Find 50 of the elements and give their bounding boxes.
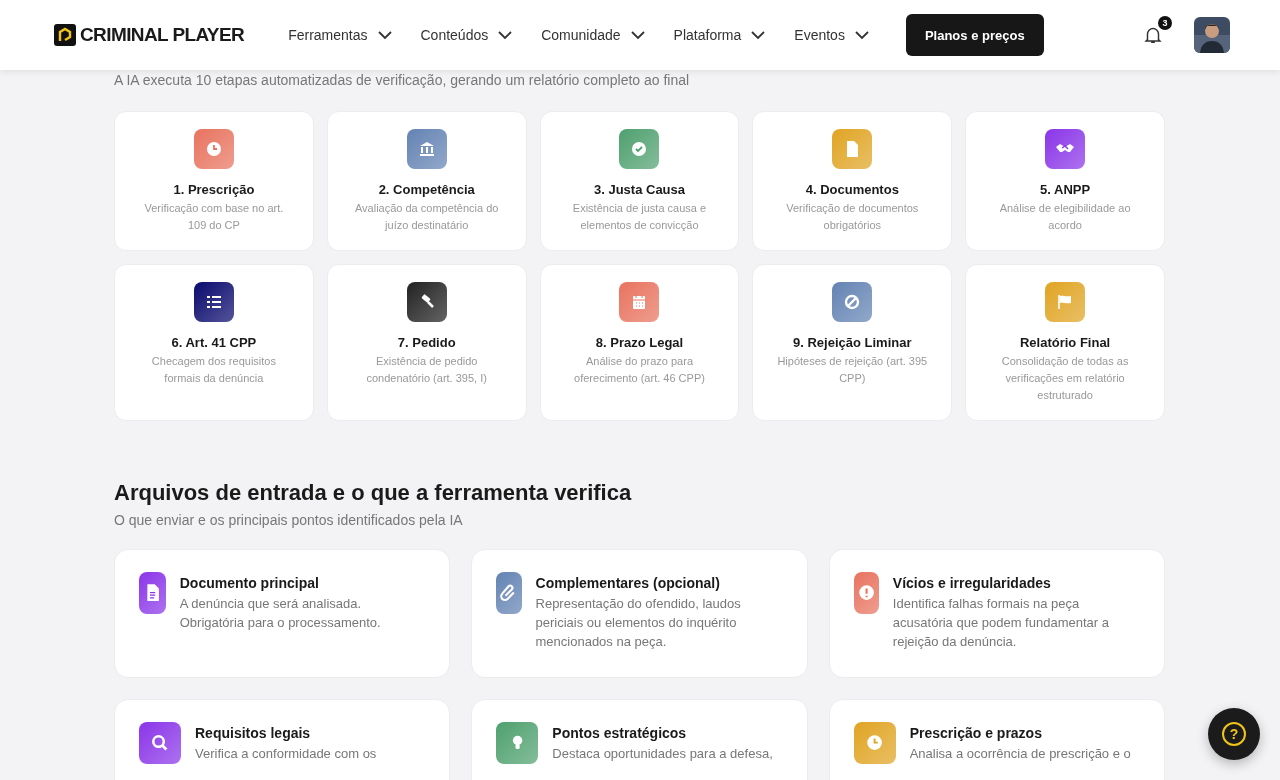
feature-title: Pontos estratégicos <box>552 725 688 741</box>
step-title: 9. Rejeição Liminar <box>793 335 912 350</box>
step-title: 7. Pedido <box>397 335 456 350</box>
nav-menu[interactable]: Plataforma <box>673 27 766 43</box>
step-title: 2. Competência <box>378 182 475 197</box>
logo-icon <box>54 24 76 46</box>
step-description: Análise de elegibilidade ao acordo <box>998 201 1132 233</box>
feature-title: Complementares (opcional) <box>535 575 721 591</box>
step-description: Existência de justa causa e elementos de convicção <box>571 201 708 233</box>
feature-title: Prescrição e prazos <box>909 725 1043 741</box>
step-description: Verificação com base no art. 109 do CP <box>143 201 285 233</box>
step-description: Análise do prazo para oferecimento (art. 46 CPP) <box>573 354 706 386</box>
logo-text[interactable]: CRIMINAL PLAYER <box>80 24 245 46</box>
step-title: 1. Prescrição <box>173 182 255 197</box>
nav-menu[interactable]: Conteúdos <box>420 27 513 43</box>
step-title: 4. Documentos <box>805 182 899 197</box>
nav-menu[interactable]: Comunidade <box>541 27 645 43</box>
step-title: 6. Art. 41 CPP <box>171 335 257 350</box>
step-description: Consolidação de todas as verificações em relatório estruturado <box>1000 354 1130 403</box>
chevron-down-icon <box>377 30 392 40</box>
section-subtitle: O que enviar e os principais pontos identificados pela IA <box>114 512 464 528</box>
nav-menu[interactable]: Ferramentas <box>288 27 392 43</box>
section-title: Arquivos de entrada e o que a ferramenta verifica <box>114 479 633 507</box>
feature-description: Representação do ofendido, laudos periciais ou elementos do inquérito mencionados na peça. <box>535 595 742 651</box>
step-title: 3. Justa Causa <box>593 182 685 197</box>
step-description: Existência de pedido condenatório (art. 395, I) <box>365 354 488 386</box>
feature-description: A denúncia que será analisada. Obrigatória para o processamento. <box>179 595 382 632</box>
chevron-down-icon <box>854 30 869 40</box>
step-title: 5. ANPP <box>1040 182 1091 197</box>
section-subtitle: A IA executa 10 etapas automatizadas de verificação, gerando um relatório completo ao final <box>114 71 691 89</box>
step-title: 8. Prazo Legal <box>595 335 684 350</box>
feature-title: Vícios e irregularidades <box>892 575 1052 591</box>
chevron-down-icon <box>498 30 513 40</box>
feature-description: Analisa a ocorrência de prescrição e o <box>909 745 1131 763</box>
help-button[interactable]: ? <box>1208 708 1260 760</box>
feature-description: Identifica falhas formais na peça acusatória que podem fundamentar a rejeição da denúncia. <box>892 595 1110 651</box>
feature-title: Documento principal <box>179 575 320 591</box>
nav-menu[interactable]: Eventos <box>794 27 869 43</box>
chevron-down-icon <box>751 30 766 40</box>
feature-description: Verifica a conformidade com os <box>195 745 377 763</box>
plans-button[interactable]: Planos e preços <box>905 14 1044 56</box>
step-description: Verificação de documentos obrigatórios <box>785 201 920 233</box>
step-description: Hipóteses de rejeição (art. 395 CPP) <box>776 354 929 386</box>
notification-badge: 3 <box>1158 16 1172 30</box>
step-description: Avaliação da competência do juízo destinatário <box>353 201 500 233</box>
step-description: Checagem dos requisitos formais da denúncia <box>150 354 277 386</box>
feature-description: Destaca oportunidades para a defesa, <box>552 745 773 763</box>
step-title: Relatório Final <box>1019 335 1111 350</box>
chevron-down-icon <box>630 30 645 40</box>
feature-title: Requisitos legais <box>195 725 312 741</box>
